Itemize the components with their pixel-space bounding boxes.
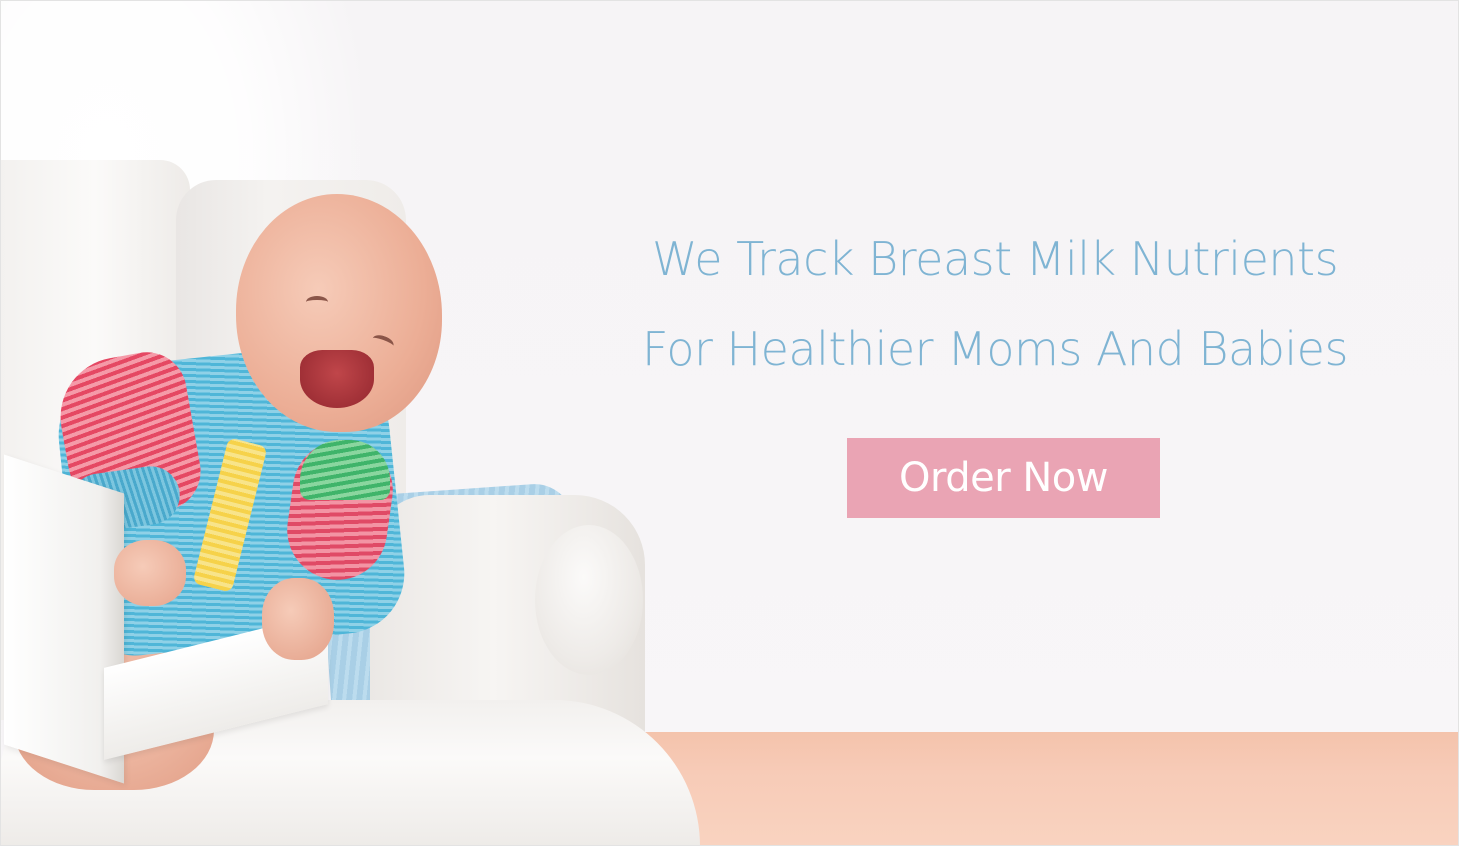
baby-left-eye: [306, 296, 328, 308]
headline-line-2: For Healthier Moms And Babies: [642, 322, 1348, 376]
baby-left-hand: [114, 540, 186, 606]
baby-smile: [300, 350, 374, 408]
armchair-arm-roll: [535, 525, 643, 675]
order-now-button[interactable]: Order Now: [847, 438, 1160, 518]
headline-line-1: We Track Breast Milk Nutrients: [651, 232, 1339, 286]
hero-banner: We Track Breast Milk Nutrients For Healt…: [0, 0, 1459, 846]
hero-headline: We Track Breast Milk Nutrients For Healt…: [560, 214, 1430, 394]
baby-right-hand: [262, 578, 334, 660]
